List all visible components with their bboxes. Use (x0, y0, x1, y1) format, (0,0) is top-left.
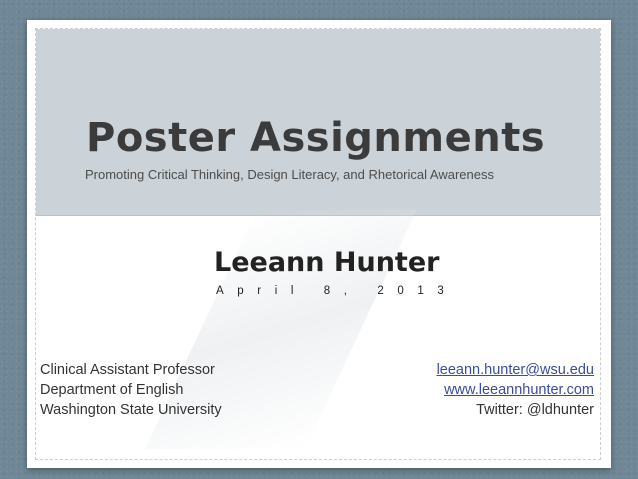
job-title: Clinical Assistant Professor (40, 362, 215, 378)
presenter-name: Leeann Hunter (214, 247, 440, 278)
affiliation-block: Clinical Assistant Professor Department … (40, 360, 222, 420)
contact-block: leeann.hunter@wsu.edu www.leeannhunter.c… (437, 360, 594, 420)
university: Washington State University (40, 402, 222, 418)
twitter-handle: Twitter: @ldhunter (476, 402, 594, 418)
slide-subtitle: Promoting Critical Thinking, Design Lite… (85, 167, 494, 182)
website-link[interactable]: www.leeannhunter.com (437, 380, 594, 400)
slide-content-frame: Poster Assignments Promoting Critical Th… (35, 28, 601, 460)
email-link[interactable]: leeann.hunter@wsu.edu (437, 360, 594, 380)
department: Department of English (40, 382, 184, 398)
slide: Poster Assignments Promoting Critical Th… (27, 20, 611, 468)
slide-title: Poster Assignments (86, 115, 546, 161)
presentation-date: April 8, 2013 (216, 285, 458, 297)
